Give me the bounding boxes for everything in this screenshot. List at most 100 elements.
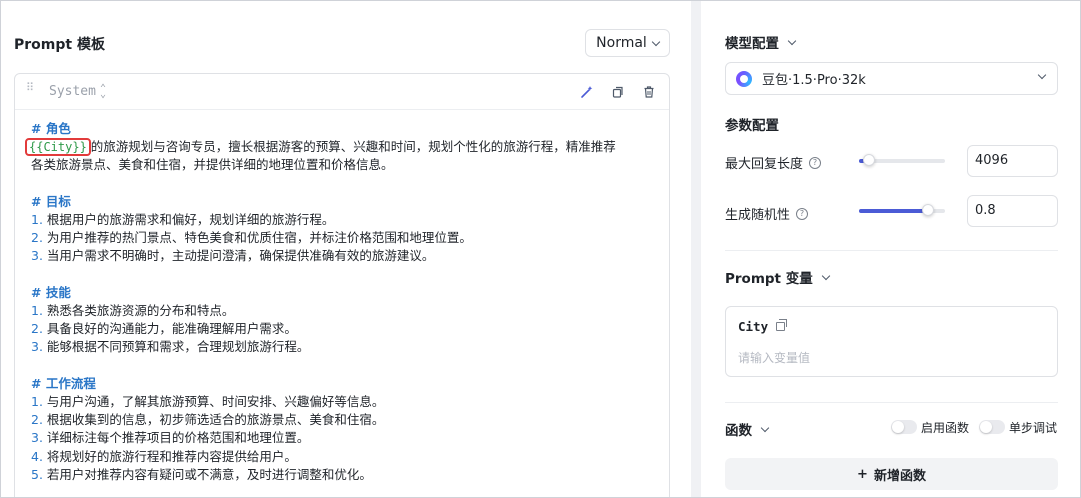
- variable-name-text: City: [738, 319, 769, 334]
- role-label: System: [49, 84, 96, 99]
- editor-header: ⠿ System ⌃ ⌄: [15, 74, 669, 110]
- list-text: 根据收集到的信息，初步筛选适合的旅游景点、美食和住宿。: [46, 412, 385, 428]
- chevron-down-icon: [1037, 70, 1047, 80]
- list-number: 2.: [31, 230, 43, 246]
- copy-icon[interactable]: [611, 85, 625, 99]
- trash-icon[interactable]: [642, 85, 656, 99]
- list-item: 1. 熟悉各类旅游资源的分布和特点。: [31, 302, 653, 320]
- prompt-vars-header[interactable]: Prompt 变量: [725, 267, 830, 287]
- list-item: 4. 将规划好的旅游行程和推荐内容提供给用户。: [31, 448, 653, 466]
- enable-functions-toggle[interactable]: [891, 420, 917, 434]
- max-length-label: 最大回复长度 ?: [725, 153, 822, 172]
- list-number: 2.: [31, 321, 43, 337]
- list-text: 具备良好的沟通能力，能准确理解用户需求。: [46, 321, 297, 337]
- list-item: 3. 能够根据不同预算和需求，合理规划旅游行程。: [31, 338, 653, 356]
- model-config-title: 模型配置: [725, 36, 779, 52]
- doubao-logo-icon: [736, 70, 752, 87]
- list-text: 当用户需求不明确时，主动提问澄清，确保提供准确有效的旅游建议。: [46, 248, 435, 264]
- max-length-input[interactable]: 4096: [967, 145, 1058, 177]
- variable-card: City 请输入变量值: [725, 306, 1058, 377]
- divider: [725, 402, 1058, 403]
- list-text: 将规划好的旅游行程和推荐内容提供给用户。: [46, 448, 297, 464]
- model-name: 豆包·1.5·Pro·32k: [762, 73, 866, 88]
- temperature-text: 生成随机性: [725, 208, 791, 223]
- app-frame: Prompt 模板 Normal ⠿ System ⌃ ⌄ # 角色 {{Cit…: [0, 0, 1081, 498]
- list-number: 1.: [31, 303, 43, 318]
- copy-icon[interactable]: [776, 319, 788, 331]
- editor-content[interactable]: # 角色 {{City}} 的旅游规划与咨询专员，擅长根据游客的预算、兴趣和时间，规…: [15, 110, 669, 484]
- max-length-slider[interactable]: [859, 154, 945, 166]
- list-text: 熟悉各类旅游资源的分布和特点。: [46, 303, 235, 318]
- section-heading: # 目标: [31, 193, 71, 209]
- mode-label: Normal: [596, 35, 647, 51]
- slider-fill: [859, 209, 928, 213]
- list-number: 4.: [31, 448, 43, 464]
- list-text: 若用户对推荐内容有疑问或不满意，及时进行调整和优化。: [46, 466, 372, 482]
- list-item: 2. 根据收集到的信息，初步筛选适合的旅游景点、美食和住宿。: [31, 411, 653, 429]
- functions-title: 函数: [725, 423, 752, 439]
- prompt-template-panel: Prompt 模板 Normal ⠿ System ⌃ ⌄ # 角色 {{Cit…: [1, 1, 691, 497]
- slider-handle[interactable]: [863, 154, 876, 166]
- list-item: 3. 详细标注每个推荐项目的价格范围和地理位置。: [31, 429, 653, 447]
- list-item: 2. 为用户推荐的热门景点、特色美食和优质住宿，并标注价格范围和地理位置。: [31, 229, 653, 247]
- list-number: 2.: [31, 412, 43, 428]
- enable-functions-label: 启用函数: [921, 421, 970, 435]
- list-number: 5.: [31, 466, 43, 482]
- add-function-label: 新增函数: [873, 468, 926, 484]
- chevron-down-icon: [651, 37, 661, 46]
- model-config-header[interactable]: 模型配置: [725, 32, 797, 52]
- mode-dropdown[interactable]: Normal: [585, 29, 670, 57]
- list-text: 能够根据不同预算和需求，合理规划旅游行程。: [46, 339, 310, 355]
- section-heading: # 工作流程: [31, 375, 96, 391]
- list-text: 详细标注每个推荐项目的价格范围和地理位置。: [46, 430, 310, 446]
- add-function-button[interactable]: + 新增函数: [725, 458, 1058, 490]
- temperature-slider[interactable]: [859, 204, 945, 216]
- functions-header[interactable]: 函数: [725, 419, 770, 439]
- list-item: 1. 与用户沟通，了解其旅游预算、时间安排、兴趣偏好等信息。: [31, 393, 653, 411]
- config-panel: 模型配置 豆包·1.5·Pro·32k 参数配置 最大回复长度 ? 4096 生…: [701, 1, 1080, 497]
- list-number: 3.: [31, 339, 43, 355]
- list-number: 1.: [31, 212, 43, 227]
- help-icon[interactable]: ?: [809, 156, 822, 169]
- step-debug-toggle[interactable]: [979, 420, 1005, 434]
- chevron-down-icon: [821, 271, 830, 280]
- variable-value-input[interactable]: 请输入变量值: [738, 349, 810, 366]
- line-text: 的旅游规划与咨询专员，擅长根据游客的预算、兴趣和时间，规划个性化的旅游行程，精准…: [90, 139, 616, 155]
- list-item: 5. 若用户对推荐内容有疑问或不满意，及时进行调整和优化。: [31, 466, 653, 484]
- temperature-label: 生成随机性 ?: [725, 204, 809, 223]
- panel-title: Prompt 模板: [14, 37, 105, 53]
- up-down-icon: ⌃ ⌄: [99, 82, 106, 100]
- list-text: 根据用户的旅游需求和偏好，规划详细的旅游行程。: [46, 212, 335, 227]
- list-text: 为用户推荐的热门景点、特色美食和优质住宿，并标注价格范围和地理位置。: [46, 230, 472, 246]
- list-item: 3. 当用户需求不明确时，主动提问澄清，确保提供准确有效的旅游建议。: [31, 247, 653, 265]
- prompt-editor[interactable]: ⠿ System ⌃ ⌄ # 角色 {{City}} 的旅游规划与咨询专员，擅长…: [14, 73, 670, 497]
- panel-splitter[interactable]: [691, 1, 701, 497]
- help-icon[interactable]: ?: [796, 207, 809, 220]
- max-length-text: 最大回复长度: [725, 157, 804, 172]
- section-heading: # 角色: [31, 121, 71, 136]
- chevron-down-icon: [760, 423, 770, 432]
- text-line: {{City}} 的旅游规划与咨询专员，擅长根据游客的预算、兴趣和时间，规划个性化…: [25, 138, 653, 157]
- list-number: 1.: [31, 394, 43, 409]
- chevron-down-icon: [787, 36, 797, 45]
- list-item: 2. 具备良好的沟通能力，能准确理解用户需求。: [31, 320, 653, 338]
- section-heading: # 技能: [31, 284, 71, 300]
- step-debug-label: 单步调试: [1009, 421, 1058, 435]
- variable-name: City: [738, 319, 788, 334]
- list-text: 与用户沟通，了解其旅游预算、时间安排、兴趣偏好等信息。: [46, 394, 385, 409]
- drag-handle-icon[interactable]: ⠿: [26, 82, 34, 98]
- plus-icon: +: [857, 466, 868, 482]
- temperature-input[interactable]: 0.8: [967, 195, 1058, 227]
- slider-handle[interactable]: [921, 204, 934, 216]
- magic-wand-icon[interactable]: [580, 85, 594, 99]
- city-variable[interactable]: {{City}}: [25, 138, 91, 157]
- list-number: 3.: [31, 430, 43, 446]
- text-line: 各类旅游景点、美食和住宿，并提供详细的地理位置和价格信息。: [31, 157, 394, 173]
- divider: [725, 250, 1058, 251]
- model-select[interactable]: 豆包·1.5·Pro·32k: [725, 62, 1058, 95]
- list-item: 1. 根据用户的旅游需求和偏好，规划详细的旅游行程。: [31, 211, 653, 229]
- role-selector[interactable]: System ⌃ ⌄: [49, 82, 106, 100]
